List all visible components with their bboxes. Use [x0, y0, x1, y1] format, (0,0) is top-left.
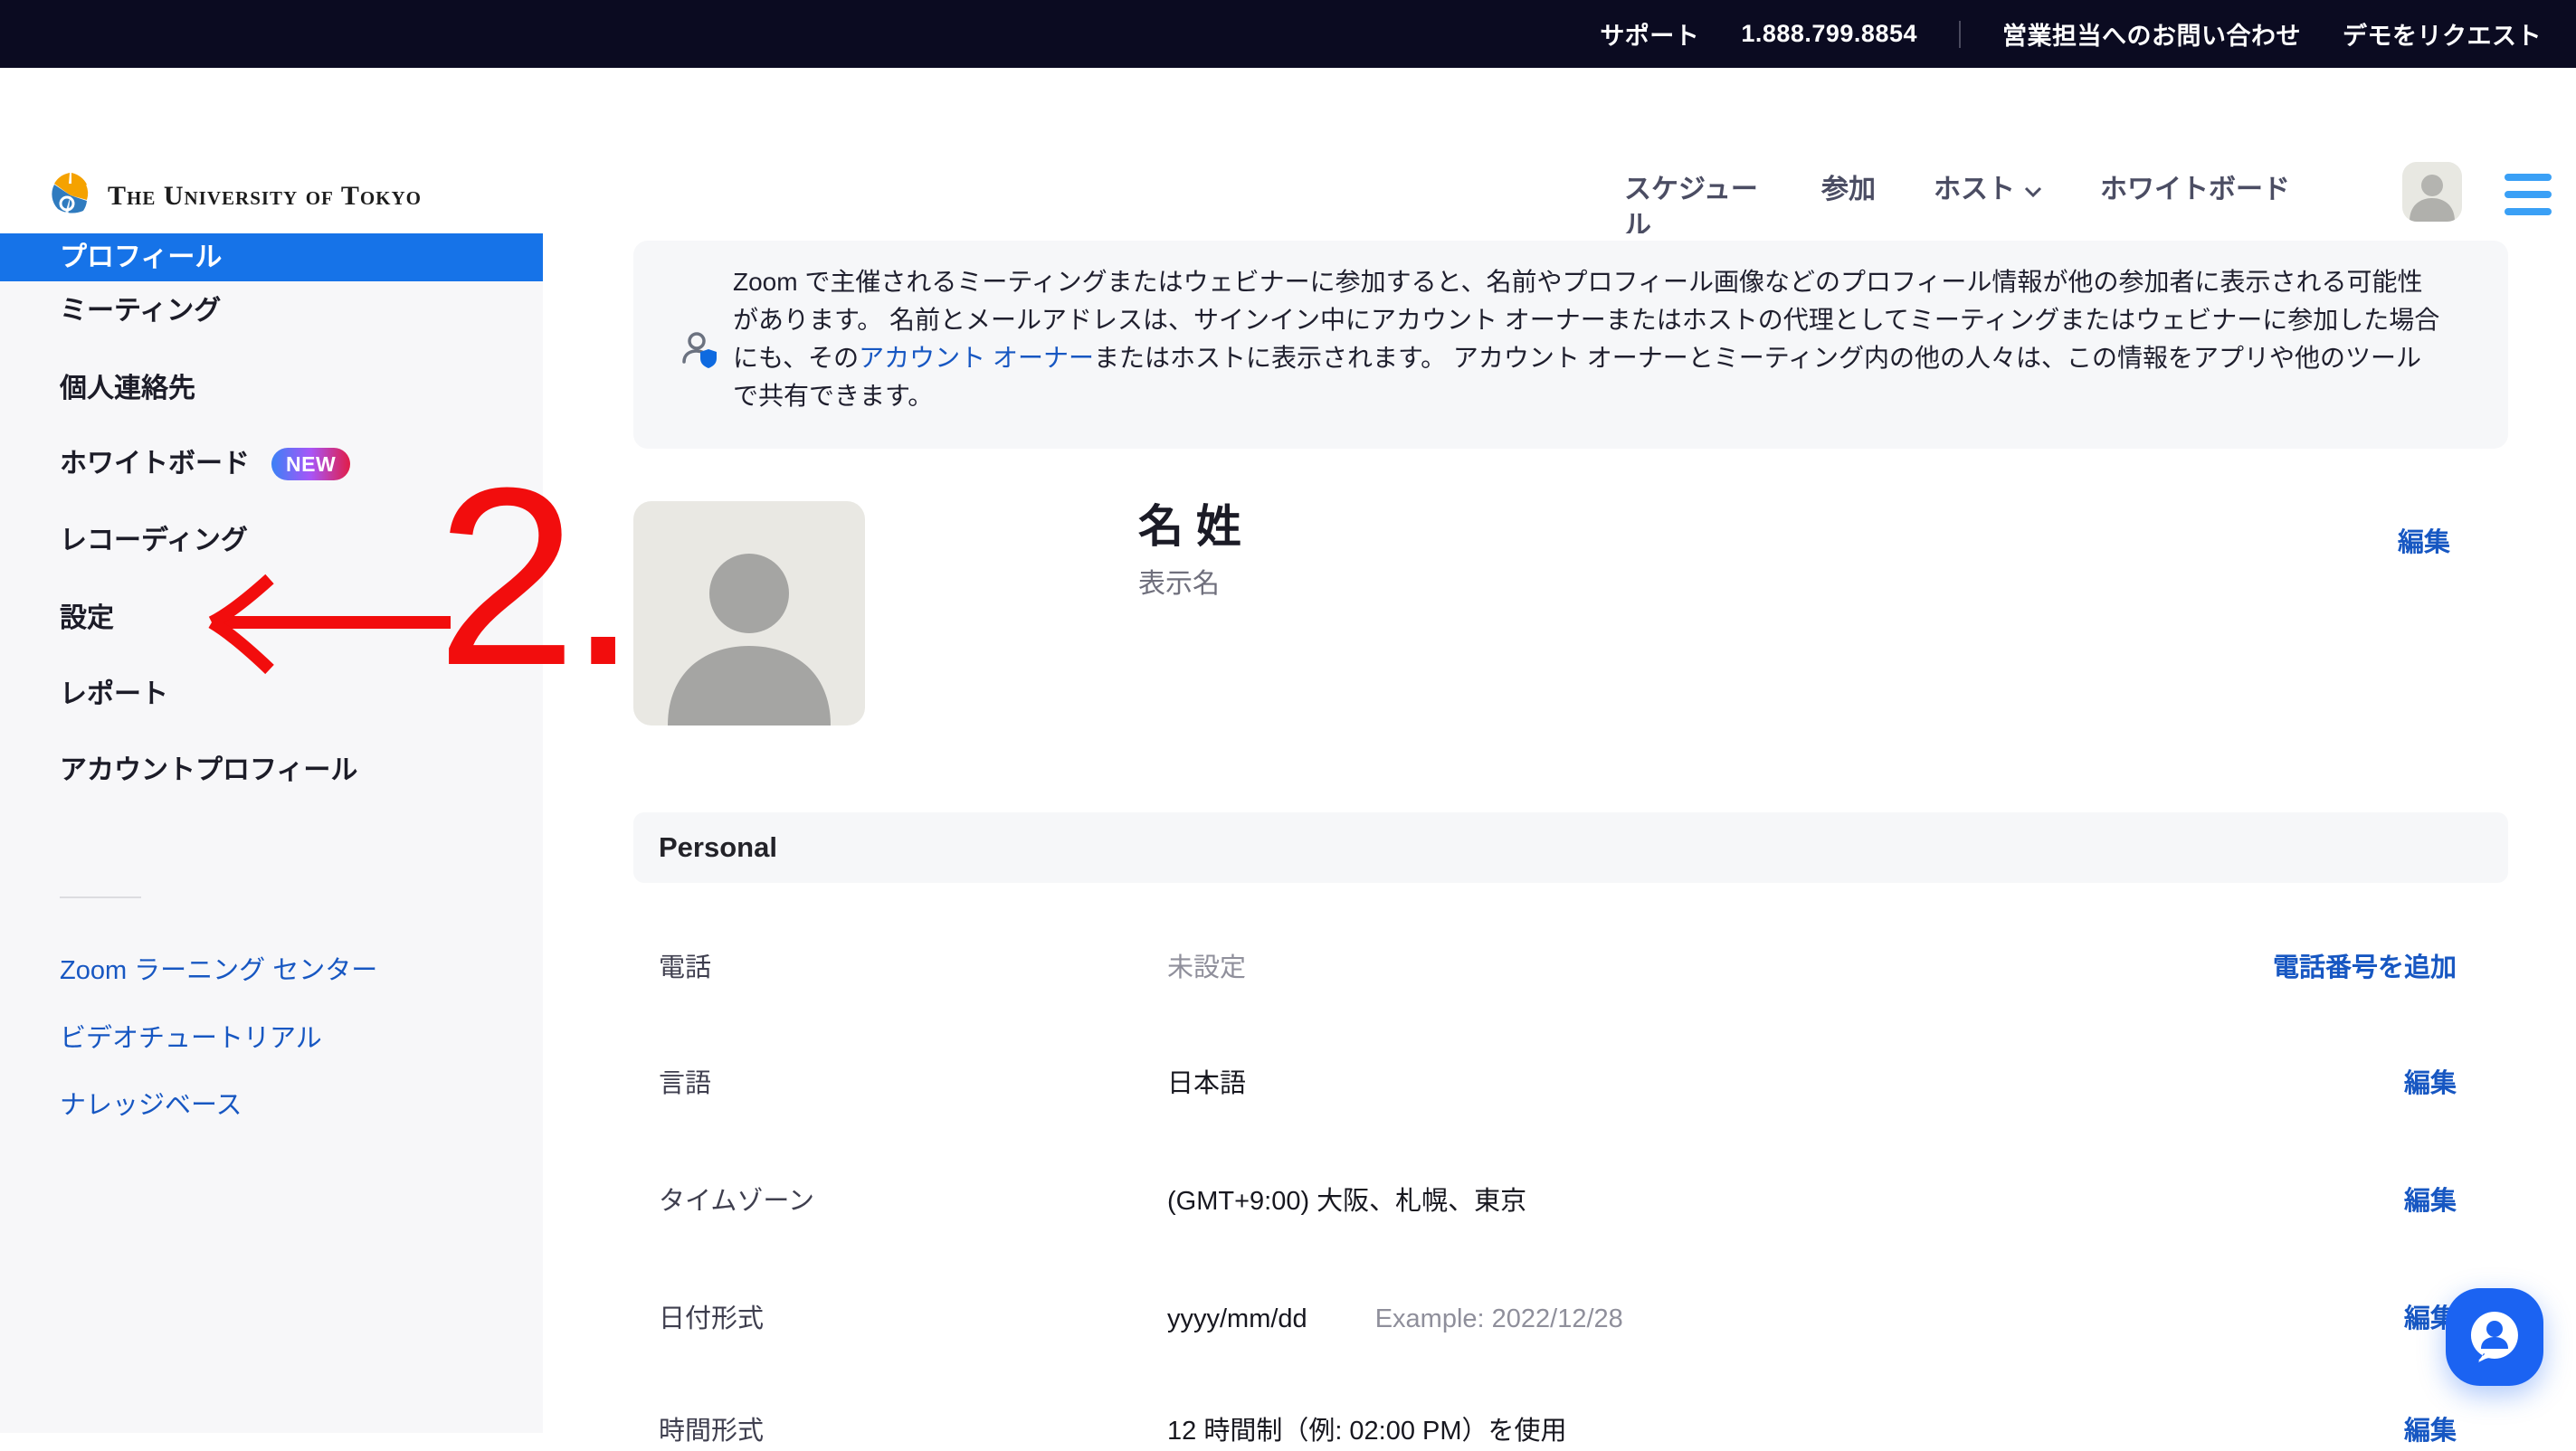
- sidebar-item-settings[interactable]: 設定: [0, 599, 543, 639]
- request-demo-link[interactable]: デモをリクエスト: [2343, 16, 2542, 52]
- user-privacy-shield-icon: [680, 329, 720, 369]
- row-value: 日本語: [1167, 1064, 1246, 1104]
- row-label: タイムゾーン: [659, 1181, 814, 1221]
- support-link[interactable]: サポート: [1600, 16, 1699, 52]
- chevron-down-icon: [2024, 172, 2042, 208]
- row-value: yyyy/mm/ddExample: 2022/12/28: [1167, 1299, 1623, 1339]
- profile-edit-link[interactable]: 編集: [2398, 521, 2450, 559]
- edit-timezone-link[interactable]: 編集: [2404, 1181, 2457, 1221]
- ginkgo-emblem-icon: [46, 169, 95, 223]
- nav-host[interactable]: ホスト: [1934, 172, 2042, 208]
- top-utility-bar: サポート 1.888.799.8854 営業担当へのお問い合わせ デモをリクエス…: [0, 0, 2576, 68]
- row-value: (GMT+9:00) 大阪、札幌、東京: [1167, 1181, 1526, 1221]
- row-timezone: タイムゾーン (GMT+9:00) 大阪、札幌、東京 編集: [633, 1181, 2508, 1221]
- date-format-example: Example: 2022/12/28: [1375, 1304, 1623, 1333]
- main-content: Zoom で主催されるミーティングまたはウェビナーに参加すると、名前やプロフィー…: [543, 233, 2576, 1433]
- add-phone-number-link[interactable]: 電話番号を追加: [2273, 948, 2457, 988]
- logo-text: The University of Tokyo: [108, 181, 422, 212]
- sidebar: プロフィール ミーティング 個人連絡先 ホワイトボード NEW レコーディング …: [0, 233, 543, 1433]
- nav-whiteboard[interactable]: ホワイトボード: [2100, 172, 2290, 208]
- personal-section-header: Personal: [633, 812, 2508, 883]
- row-label: 言語: [659, 1064, 711, 1104]
- row-language: 言語 日本語 編集: [633, 1064, 2508, 1104]
- row-label: 時間形式: [659, 1411, 764, 1451]
- support-chat-button[interactable]: [2446, 1288, 2543, 1386]
- contact-sales-link[interactable]: 営業担当へのお問い合わせ: [2002, 16, 2301, 52]
- edit-language-link[interactable]: 編集: [2404, 1064, 2457, 1104]
- row-label: 電話: [659, 948, 711, 988]
- profile-name: 名 姓: [1138, 490, 1241, 555]
- row-value: 12 時間制（例: 02:00 PM）を使用: [1167, 1411, 1567, 1451]
- privacy-notice-text: Zoom で主催されるミーティングまたはウェビナーに参加すると、名前やプロフィー…: [733, 263, 2443, 415]
- sidebar-item-reports[interactable]: レポート: [0, 675, 543, 715]
- topbar-divider: [1959, 21, 1961, 48]
- sidebar-link-knowledge-base[interactable]: ナレッジベース: [60, 1086, 242, 1125]
- sidebar-link-learning-center[interactable]: Zoom ラーニング センター: [60, 951, 377, 991]
- site-header: The University of Tokyo スケジュール 参加 ホスト ホワ…: [0, 68, 2576, 233]
- row-time-format: 時間形式 12 時間制（例: 02:00 PM）を使用 編集: [633, 1411, 2508, 1451]
- row-phone: 電話 未設定 電話番号を追加: [633, 948, 2508, 988]
- sidebar-item-recordings[interactable]: レコーディング: [0, 521, 543, 561]
- university-of-tokyo-logo[interactable]: The University of Tokyo: [46, 169, 422, 223]
- sidebar-divider: [60, 896, 141, 898]
- row-value: 未設定: [1167, 948, 1246, 988]
- edit-time-format-link[interactable]: 編集: [2404, 1411, 2457, 1451]
- row-date-format: 日付形式 yyyy/mm/ddExample: 2022/12/28 編集: [633, 1299, 2508, 1339]
- profile-avatar-placeholder[interactable]: [633, 501, 865, 726]
- user-avatar-icon[interactable]: [2402, 162, 2462, 222]
- account-owner-link[interactable]: アカウント オーナー: [859, 344, 1094, 372]
- sidebar-link-video-tutorials[interactable]: ビデオチュートリアル: [60, 1019, 322, 1058]
- sidebar-item-contacts[interactable]: 個人連絡先: [0, 369, 543, 409]
- row-label: 日付形式: [659, 1299, 764, 1339]
- sidebar-item-profile[interactable]: プロフィール: [0, 233, 543, 281]
- new-badge: NEW: [271, 448, 350, 480]
- profile-display-name: 表示名: [1138, 561, 1220, 601]
- sidebar-item-whiteboard[interactable]: ホワイトボード NEW: [0, 444, 543, 484]
- support-phone-number: 1.888.799.8854: [1741, 20, 1917, 48]
- sidebar-item-meetings[interactable]: ミーティング: [0, 291, 543, 331]
- primary-nav: スケジュール 参加 ホスト ホワイトボード: [1624, 68, 2290, 233]
- chat-person-bubble-icon: [2466, 1306, 2524, 1369]
- sidebar-item-account-profile[interactable]: アカウントプロフィール: [0, 751, 543, 791]
- nav-join[interactable]: 参加: [1821, 172, 1876, 208]
- hamburger-menu-icon[interactable]: [2505, 174, 2552, 215]
- privacy-notice-box: Zoom で主催されるミーティングまたはウェビナーに参加すると、名前やプロフィー…: [633, 241, 2508, 449]
